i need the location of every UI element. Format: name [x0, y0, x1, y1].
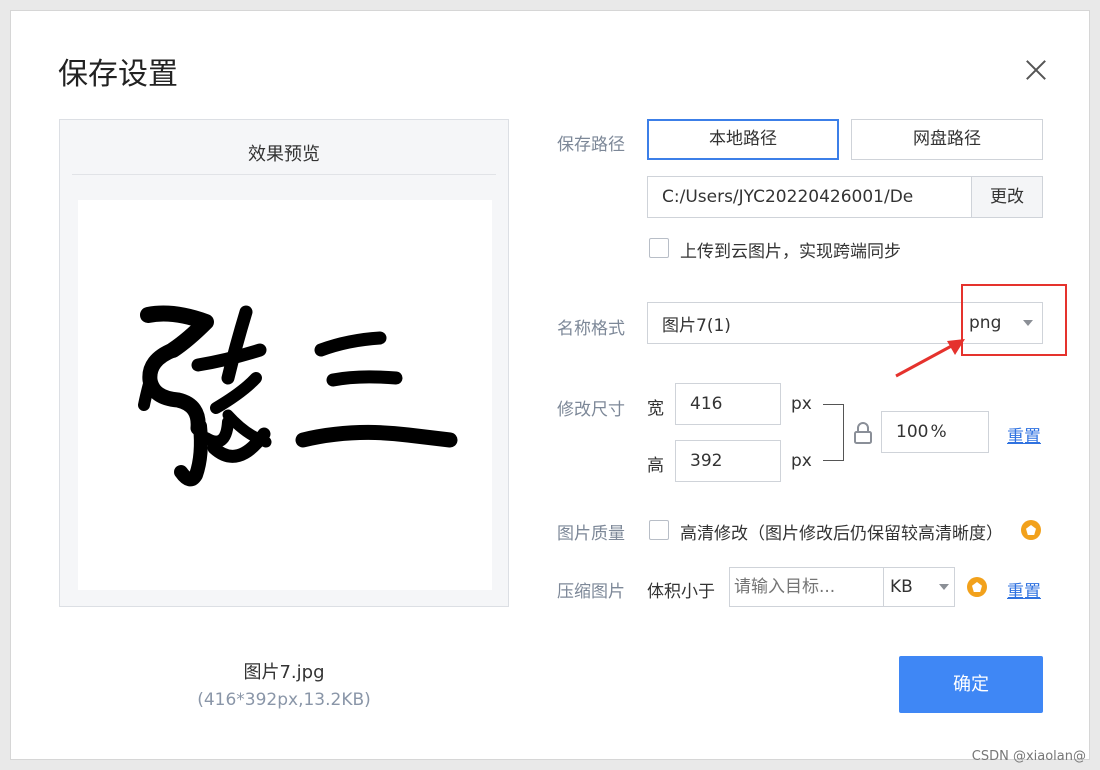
target-size-input[interactable]	[729, 567, 885, 607]
resize-label: 修改尺寸	[557, 400, 625, 420]
confirm-button[interactable]: 确定	[899, 656, 1043, 713]
cloud-path-button[interactable]: 网盘路径	[851, 119, 1043, 160]
save-path-label: 保存路径	[557, 135, 625, 155]
local-path-button[interactable]: 本地路径	[647, 119, 839, 160]
height-unit: px	[791, 451, 812, 471]
dialog-title: 保存设置	[58, 57, 178, 92]
preview-panel: 效果预览	[59, 119, 509, 607]
compress-label: 压缩图片	[557, 582, 625, 602]
width-input[interactable]: 416	[675, 383, 781, 425]
save-settings-dialog: 保存设置 效果预览 图片7.jpg (416*392px,13.2KB) 保存路…	[10, 10, 1090, 760]
width-label: 宽	[647, 399, 664, 419]
vip-crown-icon	[1021, 520, 1041, 540]
preview-image	[78, 200, 492, 590]
quality-label: 图片质量	[557, 524, 625, 544]
size-less-than-label: 体积小于	[647, 582, 715, 602]
preview-file-meta: (416*392px,13.2KB)	[197, 690, 371, 710]
upload-cloud-label: 上传到云图片，实现跨端同步	[680, 242, 901, 262]
width-value: 416	[690, 394, 723, 414]
lock-icon[interactable]	[853, 421, 873, 445]
preview-divider	[72, 174, 496, 175]
handwritten-signature-image	[138, 305, 458, 487]
watermark: CSDN @xiaolan@	[971, 749, 1086, 764]
file-name-value: 图片7(1)	[662, 315, 731, 336]
hd-checkbox-label: 高清修改（图片修改后仍保留较高清晰度）	[680, 524, 1003, 544]
path-input-value: C:/Users/JYC20220426001/De	[662, 187, 914, 207]
height-input[interactable]: 392	[675, 440, 781, 482]
change-path-button[interactable]: 更改	[971, 176, 1043, 218]
preview-title: 效果预览	[248, 144, 320, 165]
width-unit: px	[791, 394, 812, 414]
preview-file-name: 图片7.jpg	[243, 662, 325, 683]
compress-reset-link[interactable]: 重置	[1007, 577, 1041, 602]
percent-sign: %	[930, 422, 947, 442]
vip-crown-icon	[967, 577, 987, 597]
upload-cloud-checkbox[interactable]	[649, 238, 669, 258]
highlight-box	[961, 284, 1067, 356]
arrow-annotation-icon	[895, 339, 965, 378]
percent-value: 100	[896, 422, 929, 442]
height-label: 高	[647, 456, 664, 476]
percent-input[interactable]: 100 %	[881, 411, 989, 453]
height-value: 392	[690, 451, 723, 471]
close-icon[interactable]	[1023, 57, 1049, 83]
aspect-link-bracket	[823, 404, 844, 461]
name-format-label: 名称格式	[557, 319, 625, 339]
resize-reset-link[interactable]: 重置	[1007, 422, 1041, 447]
path-input[interactable]: C:/Users/JYC20220426001/De	[647, 176, 973, 218]
size-unit-value: KB	[890, 577, 913, 597]
hd-checkbox[interactable]	[649, 520, 669, 540]
chevron-down-icon[interactable]	[939, 584, 949, 590]
